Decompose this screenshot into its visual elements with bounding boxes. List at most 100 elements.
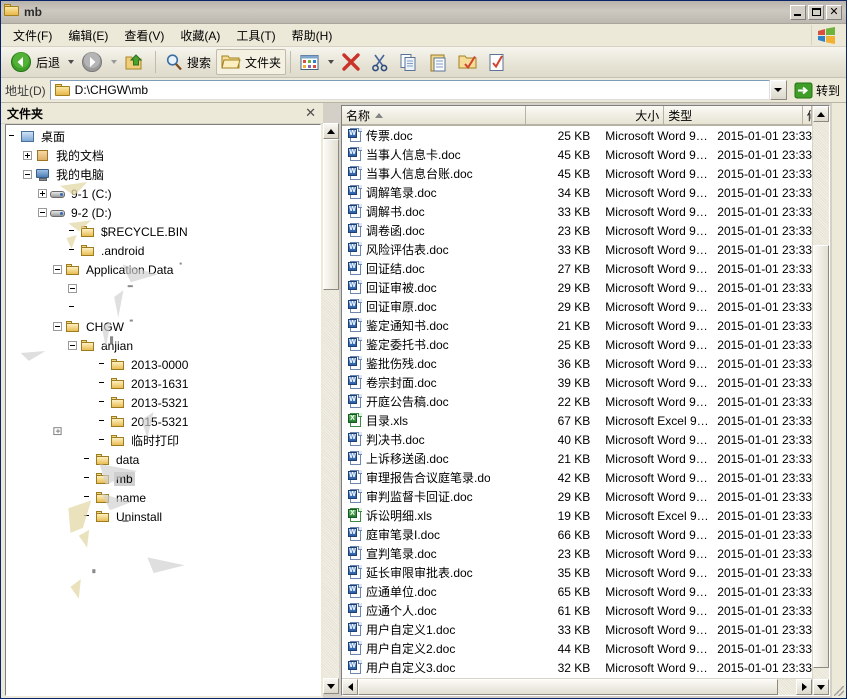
tree-item[interactable]: $RECYCLE.BIN bbox=[8, 222, 320, 241]
table-row[interactable]: W 审判监督卡回证.doc 29 KB Microsoft Word 97 -... 2… bbox=[342, 487, 812, 506]
document-check-button[interactable] bbox=[483, 49, 511, 75]
table-row[interactable]: W 传票.doc 25 KB Microsoft Word 97 -... 2015-0… bbox=[342, 126, 812, 145]
forward-dropdown-arrow[interactable] bbox=[108, 51, 119, 73]
menu-edit[interactable]: 编辑(E) bbox=[60, 24, 116, 47]
file-rows[interactable]: W 传票.doc 25 KB Microsoft Word 97 -... 2015-0… bbox=[342, 126, 812, 678]
hscroll-track[interactable] bbox=[358, 679, 796, 695]
file-list-horizontal-scrollbar[interactable] bbox=[342, 678, 812, 695]
tree-item[interactable]: 我的电脑 bbox=[8, 165, 320, 184]
table-row[interactable]: W 鉴批伤残.doc 36 KB Microsoft Word 97 -... 2015… bbox=[342, 354, 812, 373]
table-row[interactable]: W 当事人信息台账.doc 45 KB Microsoft Word 97 -... 2… bbox=[342, 164, 812, 183]
tree-item[interactable]: 我的文档 bbox=[8, 146, 320, 165]
table-row[interactable]: W 应通单位.doc 65 KB Microsoft Word 97 -... 2015… bbox=[342, 582, 812, 601]
expand-icon[interactable] bbox=[23, 151, 32, 160]
tree-item[interactable]: 临时打印 bbox=[8, 431, 320, 450]
collapse-icon[interactable] bbox=[53, 322, 62, 331]
table-row[interactable]: X 诉讼明细.xls 19 KB Microsoft Excel 97-... 2015… bbox=[342, 506, 812, 525]
table-row[interactable]: W 当事人信息卡.doc 45 KB Microsoft Word 97 -... 20… bbox=[342, 145, 812, 164]
cut-button[interactable] bbox=[366, 49, 394, 75]
tree-item[interactable]: 2013-0000 bbox=[8, 355, 320, 374]
menu-view[interactable]: 查看(V) bbox=[116, 24, 172, 47]
file-scroll-thumb[interactable] bbox=[813, 244, 829, 668]
tree-item[interactable]: data bbox=[8, 450, 320, 469]
views-dropdown-arrow[interactable] bbox=[325, 51, 336, 73]
column-header-type[interactable]: 类型 bbox=[664, 106, 803, 125]
minimize-button[interactable] bbox=[790, 4, 806, 20]
hscroll-thumb[interactable] bbox=[358, 679, 779, 695]
table-row[interactable]: W 用户自定义3.doc 32 KB Microsoft Word 97 -... 20… bbox=[342, 658, 812, 677]
tree-item[interactable]: mb bbox=[8, 469, 320, 488]
table-row[interactable]: W 调解笔录.doc 34 KB Microsoft Word 97 -... 2015… bbox=[342, 183, 812, 202]
table-row[interactable]: W 回证结.doc 27 KB Microsoft Word 97 -... 2015-… bbox=[342, 259, 812, 278]
tree-item[interactable]: Application Data bbox=[8, 260, 320, 279]
folders-button[interactable]: 文件夹 bbox=[216, 49, 287, 75]
collapse-icon[interactable] bbox=[68, 341, 77, 350]
close-icon[interactable]: ✕ bbox=[302, 105, 319, 121]
table-row[interactable]: W 延长审限审批表.doc 35 KB Microsoft Word 97 -... 2… bbox=[342, 563, 812, 582]
table-row[interactable]: W 审理报告合议庭笔录.doc 42 KB Microsoft Word 97 -..… bbox=[342, 468, 812, 487]
table-row[interactable]: W 宣判笔录.doc 23 KB Microsoft Word 97 -... 2015… bbox=[342, 544, 812, 563]
tree-item[interactable]: 9-2 (D:) bbox=[8, 203, 320, 222]
views-button[interactable] bbox=[295, 49, 325, 75]
table-row[interactable]: W 回证审被.doc 29 KB Microsoft Word 97 -... 2015… bbox=[342, 278, 812, 297]
table-row[interactable]: W 判决书.doc 40 KB Microsoft Word 97 -... 2015-… bbox=[342, 430, 812, 449]
up-button[interactable] bbox=[119, 49, 151, 75]
tree-item[interactable]: 桌面 bbox=[8, 127, 320, 146]
tree-item[interactable]: CHGW bbox=[8, 317, 320, 336]
table-row[interactable]: W 风险评估表.doc 33 KB Microsoft Word 97 -... 201… bbox=[342, 240, 812, 259]
table-row[interactable]: W 应通个人.doc 61 KB Microsoft Word 97 -... 2015… bbox=[342, 601, 812, 620]
table-row[interactable]: W 调卷函.doc 23 KB Microsoft Word 97 -... 2015-… bbox=[342, 221, 812, 240]
tree-vertical-scrollbar[interactable] bbox=[323, 123, 339, 694]
collapse-icon[interactable] bbox=[38, 208, 47, 217]
maximize-button[interactable] bbox=[808, 4, 824, 20]
tree-item[interactable]: Uninstall bbox=[8, 507, 320, 526]
table-row[interactable]: W 庭审笔录I.doc 66 KB Microsoft Word 97 -... 201… bbox=[342, 525, 812, 544]
resize-grip[interactable] bbox=[832, 103, 846, 698]
back-dropdown-arrow[interactable] bbox=[65, 51, 76, 73]
tree-item[interactable]: .android bbox=[8, 241, 320, 260]
tree-item[interactable]: 2013-5321 bbox=[8, 393, 320, 412]
folder-tree[interactable]: 桌面 我的文档 我的电脑 9-1 (C:) 9-2 (D:) $RECYCLE.BIN .a… bbox=[6, 125, 320, 695]
tree-item[interactable]: 9-1 (C:) bbox=[8, 184, 320, 203]
address-input[interactable]: D:\CHGW\mb bbox=[49, 80, 770, 100]
tree-item[interactable]: 2013-1631 bbox=[8, 374, 320, 393]
close-button[interactable]: ✕ bbox=[826, 4, 842, 20]
tree-item[interactable] bbox=[8, 279, 320, 298]
tree-item[interactable]: 2015-5321 bbox=[8, 412, 320, 431]
tree-scroll-thumb[interactable] bbox=[323, 139, 339, 290]
table-row[interactable]: W 鉴定委托书.doc 25 KB Microsoft Word 97 -... 201… bbox=[342, 335, 812, 354]
column-header-size[interactable]: 大小 bbox=[526, 106, 665, 125]
copy-button[interactable] bbox=[394, 49, 424, 75]
search-button[interactable]: 搜索 bbox=[160, 49, 216, 75]
tree-item[interactable]: name bbox=[8, 488, 320, 507]
collapse-icon[interactable] bbox=[68, 284, 77, 293]
tree-scroll-track[interactable] bbox=[323, 139, 339, 678]
tree-scroll-up-button[interactable] bbox=[323, 123, 339, 139]
folder-check-button[interactable] bbox=[453, 49, 483, 75]
tree-scroll-down-button[interactable] bbox=[323, 678, 339, 694]
table-row[interactable]: W 鉴定通知书.doc 21 KB Microsoft Word 97 -... 201… bbox=[342, 316, 812, 335]
table-row[interactable]: W 开庭公告稿.doc 22 KB Microsoft Word 97 -... 201… bbox=[342, 392, 812, 411]
go-button[interactable]: 转到 bbox=[792, 80, 844, 100]
paste-button[interactable] bbox=[424, 49, 453, 75]
tree-item[interactable]: anjian bbox=[8, 336, 320, 355]
file-list-vertical-scrollbar[interactable] bbox=[812, 106, 829, 695]
expand-icon[interactable] bbox=[38, 189, 47, 198]
hscroll-left-button[interactable] bbox=[342, 679, 358, 695]
table-row[interactable]: W 上诉移送函.doc 21 KB Microsoft Word 97 -... 201… bbox=[342, 449, 812, 468]
hscroll-right-button[interactable] bbox=[796, 679, 812, 695]
table-row[interactable]: X 目录.xls 67 KB Microsoft Excel 97-... 2015-0… bbox=[342, 411, 812, 430]
table-row[interactable]: W 调解书.doc 33 KB Microsoft Word 97 -... 2015-… bbox=[342, 202, 812, 221]
file-scroll-up-button[interactable] bbox=[813, 106, 829, 122]
table-row[interactable]: W 回证审原.doc 29 KB Microsoft Word 97 -... 2015… bbox=[342, 297, 812, 316]
table-row[interactable]: W 用户自定义1.doc 33 KB Microsoft Word 97 -... 20… bbox=[342, 620, 812, 639]
column-header-date[interactable]: 修改日期 bbox=[803, 106, 812, 125]
file-scroll-track[interactable] bbox=[813, 122, 829, 679]
file-scroll-down-button[interactable] bbox=[813, 679, 829, 695]
menu-tools[interactable]: 工具(T) bbox=[228, 24, 283, 47]
collapse-icon[interactable] bbox=[23, 170, 32, 179]
menu-favorites[interactable]: 收藏(A) bbox=[172, 24, 228, 47]
forward-button[interactable] bbox=[76, 49, 108, 75]
column-header-name[interactable]: 名称 bbox=[342, 106, 527, 125]
table-row[interactable]: W 用户自定义2.doc 44 KB Microsoft Word 97 -... 20… bbox=[342, 639, 812, 658]
